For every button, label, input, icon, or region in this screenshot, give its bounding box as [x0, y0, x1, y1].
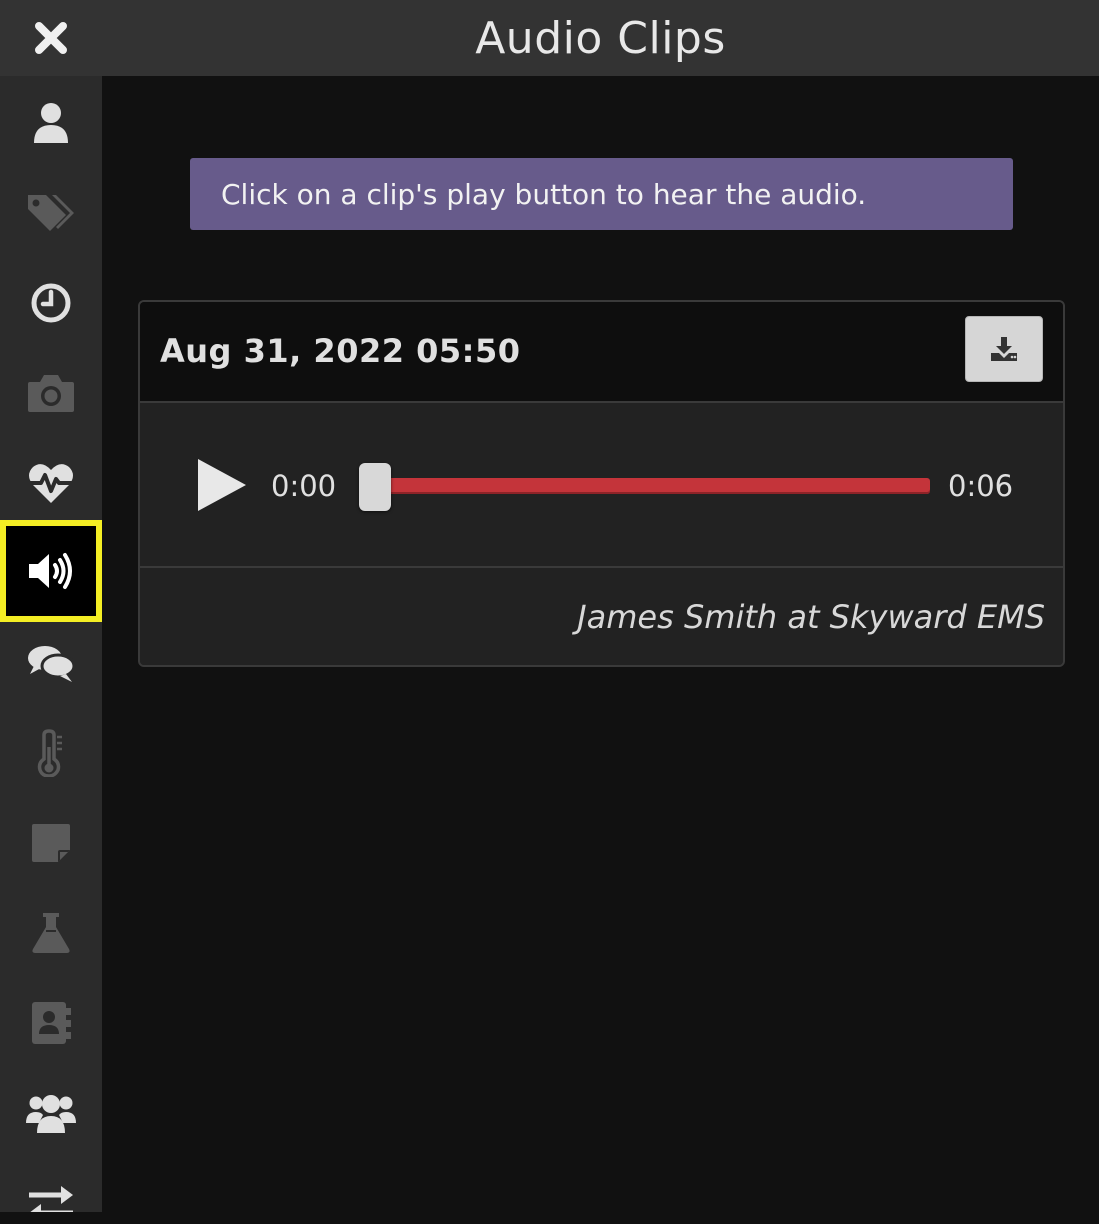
- sidebar-item-patient[interactable]: [0, 78, 102, 168]
- sidebar-item-notes[interactable]: [0, 798, 102, 888]
- sidebar-item-labs[interactable]: [0, 888, 102, 978]
- sidebar-item-audio[interactable]: [0, 520, 102, 622]
- info-banner: Click on a clip's play button to hear th…: [190, 158, 1013, 230]
- user-icon: [34, 103, 68, 143]
- close-button[interactable]: [0, 0, 102, 76]
- current-time: 0:00: [271, 469, 337, 503]
- volume-icon: [29, 553, 72, 589]
- info-banner-text: Click on a clip's play button to hear th…: [221, 177, 867, 211]
- page-title: Audio Clips: [102, 0, 1099, 76]
- total-duration: 0:06: [948, 469, 1014, 503]
- page-title-text: Audio Clips: [475, 12, 726, 64]
- seek-bar[interactable]: [370, 478, 930, 494]
- comments-icon: [28, 646, 76, 682]
- audio-player: 0:00 0:06: [140, 403, 1063, 568]
- clip-footer: James Smith at Skyward EMS: [140, 568, 1063, 665]
- sidebar-item-photos[interactable]: [0, 348, 102, 438]
- download-button[interactable]: [965, 316, 1043, 382]
- clock-icon: [31, 283, 71, 323]
- exchange-icon: [29, 1186, 73, 1212]
- seek-handle[interactable]: [359, 463, 391, 511]
- users-icon: [26, 1095, 76, 1133]
- clip-author: James Smith at Skyward EMS: [577, 598, 1045, 636]
- address-book-icon: [32, 1002, 71, 1044]
- audio-clip-card: Aug 31, 2022 05:50 0:00 0:06 James Smith…: [138, 300, 1065, 667]
- sidebar-item-chat[interactable]: [0, 618, 102, 708]
- close-icon: [35, 22, 67, 54]
- sidebar-item-transfer[interactable]: [0, 1158, 102, 1212]
- sidebar-item-contacts[interactable]: [0, 978, 102, 1068]
- sidebar-item-tags[interactable]: [0, 168, 102, 258]
- thermometer-icon: [37, 729, 62, 777]
- clip-date: Aug 31, 2022 05:50: [160, 332, 521, 370]
- sidebar: [0, 76, 102, 1212]
- heartbeat-icon: [29, 464, 73, 503]
- sidebar-item-temperature[interactable]: [0, 708, 102, 798]
- play-icon: [198, 459, 246, 511]
- tags-icon: [28, 195, 74, 231]
- sidebar-item-history[interactable]: [0, 258, 102, 348]
- camera-icon: [28, 375, 74, 412]
- sticky-note-icon: [32, 824, 70, 862]
- sidebar-item-team[interactable]: [0, 1068, 102, 1158]
- play-button[interactable]: [192, 455, 252, 515]
- clip-header: Aug 31, 2022 05:50: [140, 302, 1063, 403]
- sidebar-item-vitals[interactable]: [0, 438, 102, 528]
- flask-icon: [32, 913, 70, 953]
- download-icon: [991, 337, 1017, 361]
- top-bar: Audio Clips: [0, 0, 1099, 76]
